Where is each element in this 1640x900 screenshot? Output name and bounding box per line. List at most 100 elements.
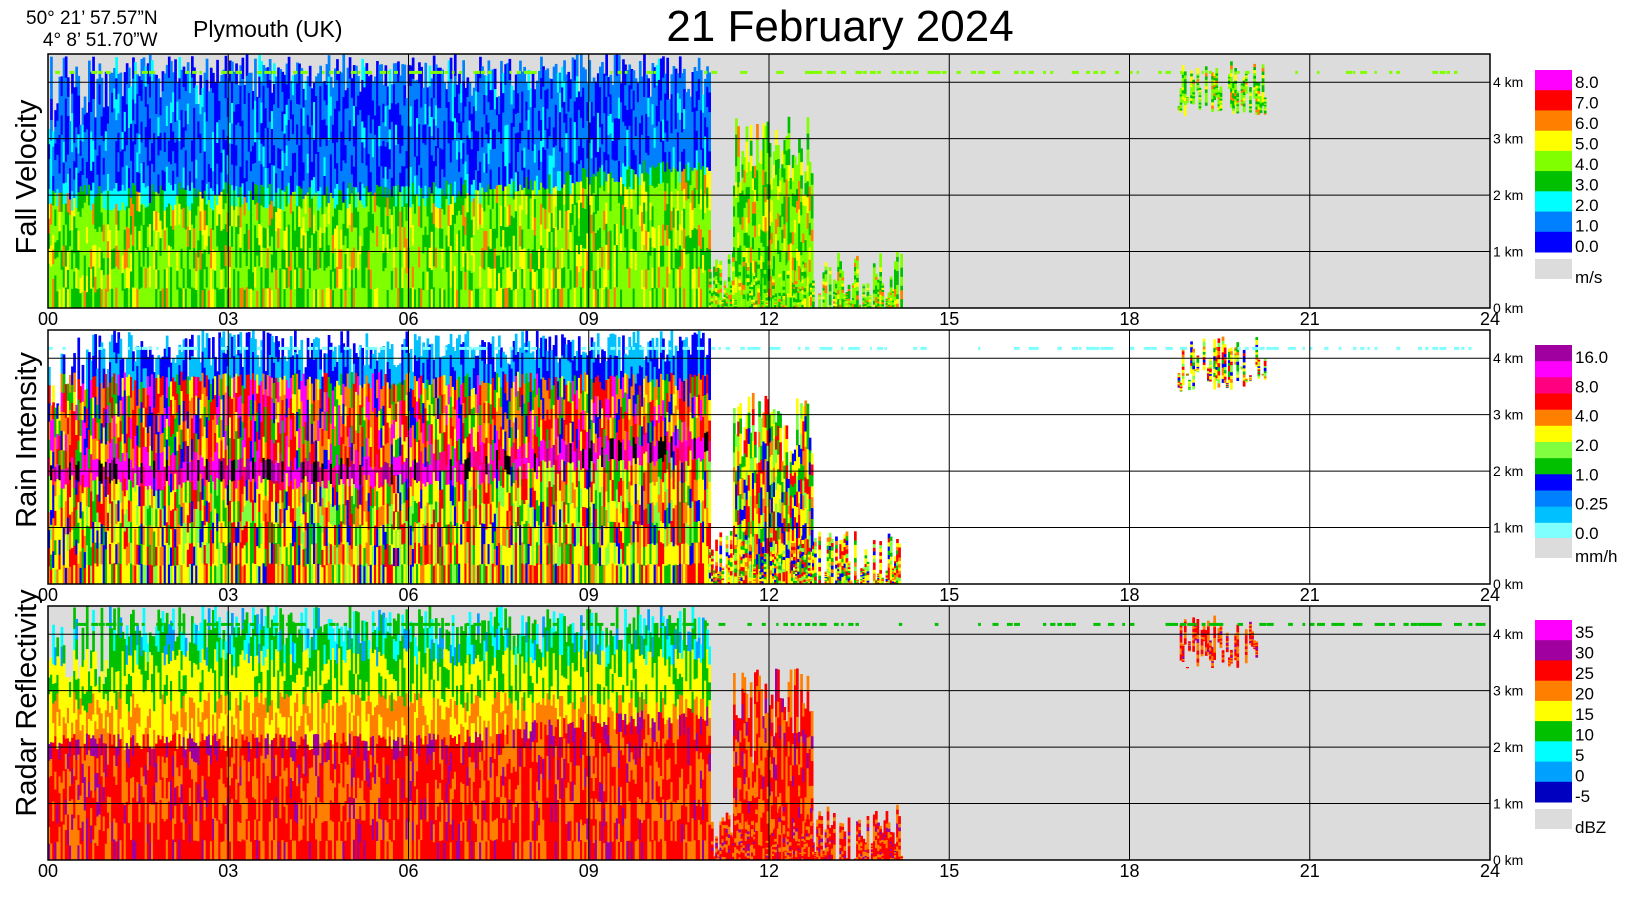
x-tick-label: 09 bbox=[579, 309, 599, 329]
colorbar-label: -5 bbox=[1575, 787, 1590, 806]
colorbar-label: 10 bbox=[1575, 726, 1594, 745]
colorbar-label: 2.0 bbox=[1575, 436, 1599, 455]
colorbar-nodata-swatch bbox=[1535, 259, 1572, 279]
x-tick-label: 06 bbox=[398, 861, 418, 881]
colorbar-label: 30 bbox=[1575, 644, 1594, 663]
colorbar-cell bbox=[1535, 640, 1572, 661]
colorbar-cell bbox=[1535, 620, 1572, 641]
colorbar-label: 8.0 bbox=[1575, 377, 1599, 396]
colorbar-cell bbox=[1535, 361, 1572, 378]
chart-panel-3: 00 03 06 09 12 15 18 21 240 km1 km2 km3 km4 km 35… bbox=[38, 605, 1606, 881]
x-tick-label: 15 bbox=[939, 861, 959, 881]
y-tick-label: 1 km bbox=[1493, 796, 1523, 812]
x-tick-label: 12 bbox=[759, 309, 779, 329]
x-tick-label: 00 bbox=[38, 309, 58, 329]
y-tick-label: 3 km bbox=[1493, 131, 1523, 147]
colorbar-label: 6.0 bbox=[1575, 114, 1599, 133]
colorbar-cell bbox=[1535, 700, 1572, 722]
y-tick-label: 0 km bbox=[1493, 300, 1523, 316]
colorbar-unit: m/s bbox=[1575, 268, 1602, 287]
colorbar-label: 5.0 bbox=[1575, 135, 1599, 154]
colorbar-unit: mm/h bbox=[1575, 547, 1618, 566]
colorbar-cell bbox=[1535, 761, 1572, 783]
y-tick-label: 1 km bbox=[1493, 520, 1523, 536]
x-tick-label: 00 bbox=[38, 585, 58, 605]
colorbar-label: 16.0 bbox=[1575, 348, 1608, 367]
x-tick-label: 21 bbox=[1300, 585, 1320, 605]
colorbar-label: 35 bbox=[1575, 623, 1594, 642]
colorbar-cell bbox=[1535, 442, 1572, 459]
colorbar-cell bbox=[1535, 70, 1572, 91]
colorbar-cell bbox=[1535, 490, 1572, 508]
colorbar-cell bbox=[1535, 90, 1572, 111]
x-tick-label: 03 bbox=[218, 309, 238, 329]
y-tick-label: 2 km bbox=[1493, 463, 1523, 479]
y-tick-label: 4 km bbox=[1493, 350, 1523, 366]
colorbar-label: 0 bbox=[1575, 767, 1584, 786]
y-tick-label: 4 km bbox=[1493, 74, 1523, 90]
x-tick-label: 12 bbox=[759, 861, 779, 881]
x-tick-label: 15 bbox=[939, 309, 959, 329]
charts-canvas: 00 03 06 09 12 15 18 21 240 km1 km2 km3 km4 km 8.… bbox=[38, 53, 1618, 881]
x-tick-label: 03 bbox=[218, 861, 238, 881]
x-tick-label: 18 bbox=[1119, 309, 1139, 329]
colorbar-cell bbox=[1535, 522, 1572, 540]
x-tick-label: 21 bbox=[1300, 861, 1320, 881]
colorbar-unit: dBZ bbox=[1575, 818, 1606, 837]
clutter-band bbox=[48, 346, 1472, 350]
colorbar-cell bbox=[1535, 191, 1572, 212]
x-tick-label: 06 bbox=[398, 309, 418, 329]
colorbar-label: 1.0 bbox=[1575, 465, 1599, 484]
y-tick-label: 3 km bbox=[1493, 407, 1523, 423]
colorbar-label: 0.0 bbox=[1575, 524, 1599, 543]
colorbar-cell bbox=[1535, 345, 1572, 362]
colorbar-label: 7.0 bbox=[1575, 94, 1599, 113]
x-tick-label: 09 bbox=[579, 861, 599, 881]
y-tick-label: 0 km bbox=[1493, 852, 1523, 868]
x-tick-label: 21 bbox=[1300, 309, 1320, 329]
colorbar-cell bbox=[1535, 393, 1572, 411]
colorbar-label: 25 bbox=[1575, 664, 1594, 683]
colorbar-cell bbox=[1535, 458, 1572, 475]
colorbar-cell bbox=[1535, 425, 1572, 443]
y-tick-label: 3 km bbox=[1493, 683, 1523, 699]
colorbar-cell bbox=[1535, 680, 1572, 702]
y-tick-label: 0 km bbox=[1493, 576, 1523, 592]
colorbar-cell bbox=[1535, 211, 1572, 233]
x-tick-label: 12 bbox=[759, 585, 779, 605]
colorbar-cell bbox=[1535, 110, 1572, 132]
colorbar-label: 15 bbox=[1575, 705, 1594, 724]
colorbar-label: 4.0 bbox=[1575, 407, 1599, 426]
colorbar-label: 4.0 bbox=[1575, 155, 1599, 174]
colorbar-cell bbox=[1535, 741, 1572, 762]
chart-panel-2: 00 03 06 09 12 15 18 21 240 km1 km2 km3 km4 km 16… bbox=[38, 329, 1618, 605]
colorbar-cell bbox=[1535, 150, 1572, 172]
y-tick-label: 2 km bbox=[1493, 739, 1523, 755]
x-tick-label: 09 bbox=[579, 585, 599, 605]
colorbar-label: 5 bbox=[1575, 746, 1584, 765]
colorbar-cell bbox=[1535, 130, 1572, 152]
colorbar-label: 3.0 bbox=[1575, 176, 1599, 195]
x-tick-label: 06 bbox=[398, 585, 418, 605]
colorbar-nodata-swatch bbox=[1535, 809, 1572, 829]
colorbar-cell bbox=[1535, 231, 1572, 253]
colorbar-label: 0.25 bbox=[1575, 495, 1608, 514]
y-tick-label: 1 km bbox=[1493, 244, 1523, 260]
colorbar-label: 1.0 bbox=[1575, 217, 1599, 236]
colorbar-cell bbox=[1535, 409, 1572, 427]
x-tick-label: 18 bbox=[1119, 861, 1139, 881]
colorbar-nodata-swatch bbox=[1535, 538, 1572, 558]
colorbar-cell bbox=[1535, 377, 1572, 394]
colorbar-cell bbox=[1535, 781, 1572, 803]
y-tick-label: 4 km bbox=[1493, 626, 1523, 642]
colorbar-label: 8.0 bbox=[1575, 73, 1599, 92]
x-tick-label: 18 bbox=[1119, 585, 1139, 605]
colorbar: 35 3025 2015 105 0-5 dBZ bbox=[1535, 620, 1606, 837]
x-tick-label: 00 bbox=[38, 861, 58, 881]
colorbar-label: 0.0 bbox=[1575, 237, 1599, 256]
colorbar-cell bbox=[1535, 474, 1572, 491]
colorbar-cell bbox=[1535, 506, 1572, 524]
colorbar: 8.0 7.06.0 5.04.0 3.02.0 1.00.0 m/s bbox=[1535, 70, 1602, 287]
x-tick-label: 15 bbox=[939, 585, 959, 605]
colorbar-label: 2.0 bbox=[1575, 196, 1599, 215]
